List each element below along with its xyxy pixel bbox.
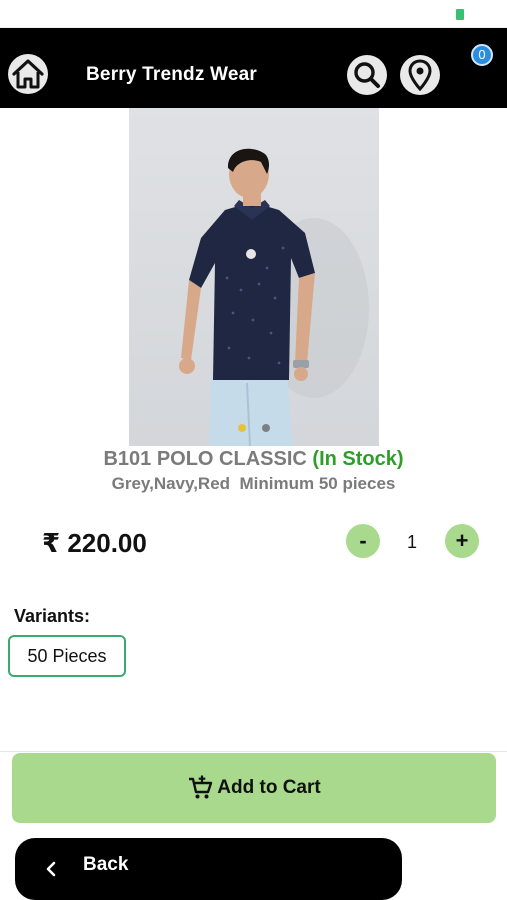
home-button[interactable] bbox=[8, 54, 48, 94]
minus-icon: - bbox=[359, 528, 367, 553]
quantity-value: 1 bbox=[406, 532, 417, 552]
product-name: B101 POLO CLASSIC bbox=[103, 448, 307, 470]
location-pin-icon bbox=[408, 59, 432, 91]
product-photo bbox=[179, 148, 369, 446]
variant-option-50-pieces[interactable]: 50 Pieces bbox=[8, 635, 126, 677]
stock-status: (In Stock) bbox=[312, 448, 404, 470]
quantity-decrease-button[interactable]: - bbox=[346, 524, 380, 558]
status-bar bbox=[0, 0, 507, 28]
add-to-cart-label: Add to Cart bbox=[217, 777, 321, 798]
add-cart-icon bbox=[189, 775, 213, 799]
product-details: Grey,Navy,Red Minimum 50 pieces bbox=[111, 474, 396, 493]
plus-icon: + bbox=[455, 528, 469, 553]
signal-indicator bbox=[456, 9, 464, 20]
back-button[interactable]: Back bbox=[15, 838, 402, 900]
carousel-dots bbox=[129, 424, 379, 432]
search-icon bbox=[354, 62, 380, 88]
divider bbox=[0, 751, 507, 752]
product-price: ₹ 220.00 bbox=[42, 528, 147, 558]
carousel-dot-active[interactable] bbox=[238, 424, 246, 432]
location-button[interactable] bbox=[400, 55, 440, 95]
app-header: Berry Trendz Wear 0 bbox=[0, 28, 507, 108]
quantity-increase-button[interactable]: + bbox=[445, 524, 479, 558]
product-title: B101 POLO CLASSIC (In Stock) bbox=[0, 448, 507, 471]
app-title: Berry Trendz Wear bbox=[86, 64, 257, 85]
carousel-dot[interactable] bbox=[262, 424, 270, 432]
back-label: Back bbox=[83, 854, 129, 875]
search-button[interactable] bbox=[347, 55, 387, 95]
home-icon bbox=[12, 59, 44, 89]
chevron-left-icon bbox=[46, 861, 56, 877]
cart-count-badge[interactable]: 0 bbox=[471, 44, 493, 66]
add-to-cart-button[interactable]: Add to Cart bbox=[12, 753, 496, 823]
variants-label: Variants: bbox=[14, 606, 91, 626]
product-image[interactable] bbox=[129, 108, 379, 446]
